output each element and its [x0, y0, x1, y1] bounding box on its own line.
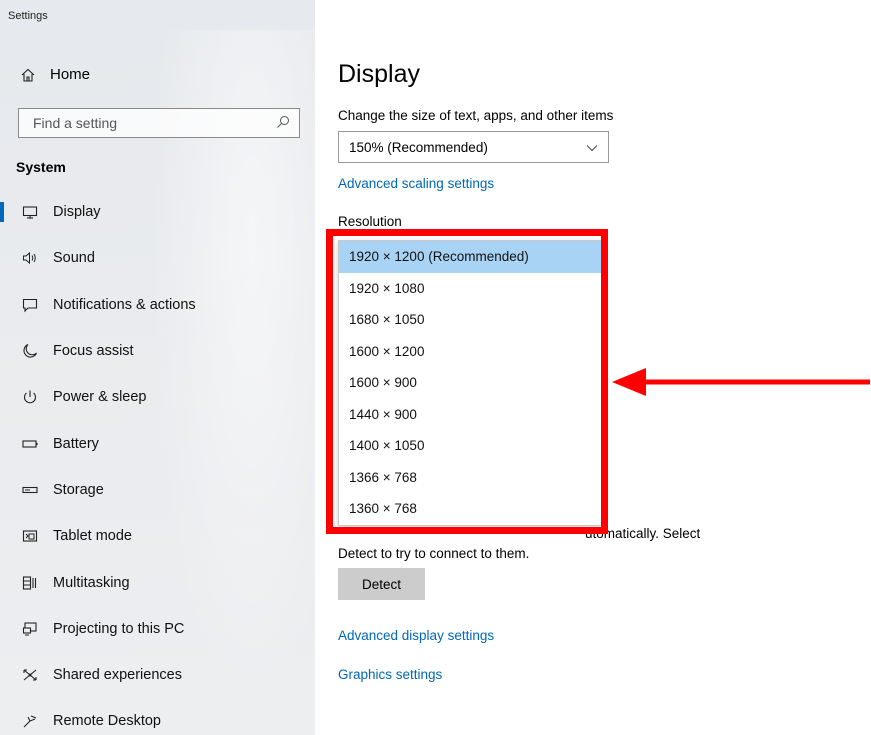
- detect-description-line1: utomatically. Select: [585, 526, 701, 541]
- sidebar-item-label: Projecting to this PC: [53, 620, 185, 637]
- sidebar-item-label: Power & sleep: [53, 389, 147, 406]
- shared-experiences-icon: [22, 667, 38, 683]
- sidebar-item-battery[interactable]: Battery: [0, 420, 315, 466]
- resolution-option[interactable]: 1600 × 900: [339, 367, 601, 399]
- sidebar-item-label: Notifications & actions: [53, 296, 196, 313]
- sidebar-nav: Display Sound Notifications & actions Fo…: [0, 189, 315, 735]
- page-title: Display: [338, 60, 420, 88]
- resolution-option[interactable]: 1440 × 900: [339, 399, 601, 431]
- sidebar-item-label: Battery: [53, 435, 99, 452]
- sidebar-item-label: Display: [53, 204, 101, 221]
- storage-icon: [22, 482, 38, 498]
- sidebar-item-label: Multitasking: [53, 574, 130, 591]
- sidebar-item-label: Focus assist: [53, 343, 134, 360]
- window-title: Settings: [8, 10, 48, 22]
- resolution-option[interactable]: 1920 × 1200 (Recommended): [339, 241, 601, 273]
- chevron-down-icon: [586, 140, 598, 155]
- scale-value: 150% (Recommended): [349, 139, 488, 155]
- sidebar-item-power-sleep[interactable]: Power & sleep: [0, 374, 315, 420]
- resolution-dropdown-list[interactable]: 1920 × 1200 (Recommended) 1920 × 1080 16…: [338, 240, 602, 526]
- remote-desktop-icon: [22, 713, 38, 729]
- detect-description-line2: Detect to try to connect to them.: [338, 546, 530, 561]
- sidebar: Settings Home Find a setting System Disp…: [0, 0, 315, 735]
- resolution-option[interactable]: 1680 × 1050: [339, 304, 601, 336]
- sidebar-item-projecting[interactable]: Projecting to this PC: [0, 606, 315, 652]
- power-icon: [22, 389, 38, 405]
- notification-icon: [22, 297, 38, 313]
- resolution-option[interactable]: 1600 × 1200: [339, 336, 601, 368]
- search-input[interactable]: Find a setting: [18, 108, 300, 138]
- moon-icon: [22, 343, 38, 359]
- advanced-scaling-link[interactable]: Advanced scaling settings: [338, 176, 494, 191]
- home-label: Home: [50, 66, 91, 83]
- sidebar-item-tablet-mode[interactable]: Tablet mode: [0, 513, 315, 559]
- advanced-display-link[interactable]: Advanced display settings: [338, 628, 494, 643]
- detect-button[interactable]: Detect: [338, 568, 425, 600]
- monitor-icon: [22, 204, 38, 220]
- sidebar-item-multitasking[interactable]: Multitasking: [0, 559, 315, 605]
- sidebar-item-storage[interactable]: Storage: [0, 467, 315, 513]
- search-icon[interactable]: [276, 115, 290, 132]
- resolution-label: Resolution: [338, 214, 402, 229]
- graphics-settings-link[interactable]: Graphics settings: [338, 667, 442, 682]
- sidebar-item-remote-desktop[interactable]: Remote Desktop: [0, 698, 315, 735]
- home-nav[interactable]: Home: [20, 66, 90, 83]
- detect-description: utomatically. Select Detect to try to co…: [338, 524, 758, 564]
- sidebar-item-sound[interactable]: Sound: [0, 235, 315, 281]
- sidebar-item-label: Sound: [53, 250, 95, 267]
- sidebar-item-label: Storage: [53, 481, 104, 498]
- search-placeholder: Find a setting: [33, 115, 118, 131]
- section-title: System: [16, 159, 66, 175]
- sidebar-item-focus-assist[interactable]: Focus assist: [0, 328, 315, 374]
- resolution-option[interactable]: 1920 × 1080: [339, 273, 601, 305]
- tablet-mode-icon: [22, 528, 38, 544]
- scale-label: Change the size of text, apps, and other…: [338, 108, 614, 123]
- resolution-option[interactable]: 1360 × 768: [339, 493, 601, 525]
- speaker-icon: [22, 250, 38, 266]
- sidebar-item-shared-experiences[interactable]: Shared experiences: [0, 652, 315, 698]
- scale-dropdown[interactable]: 150% (Recommended): [338, 131, 609, 163]
- sidebar-item-label: Remote Desktop: [53, 713, 161, 730]
- sidebar-item-display[interactable]: Display: [0, 189, 315, 235]
- home-icon: [20, 67, 36, 83]
- main-content: Display Change the size of text, apps, a…: [338, 0, 871, 735]
- sidebar-item-label: Tablet mode: [53, 528, 132, 545]
- resolution-option[interactable]: 1366 × 768: [339, 462, 601, 494]
- sidebar-item-notifications[interactable]: Notifications & actions: [0, 282, 315, 328]
- battery-icon: [22, 436, 38, 452]
- sidebar-item-label: Shared experiences: [53, 667, 182, 684]
- multitasking-icon: [22, 575, 38, 591]
- projecting-icon: [22, 621, 38, 637]
- resolution-option[interactable]: 1400 × 1050: [339, 430, 601, 462]
